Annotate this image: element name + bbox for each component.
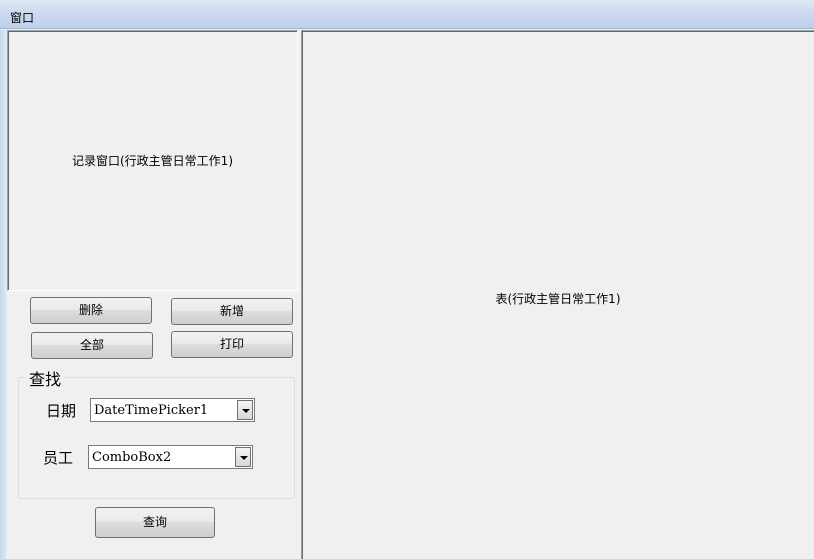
chevron-down-icon[interactable] (235, 447, 251, 467)
date-label: 日期 (46, 402, 77, 420)
table-panel-label: 表(行政主管日常工作1) (495, 292, 621, 306)
window-left-edge (0, 30, 7, 559)
chevron-down-icon[interactable] (237, 400, 253, 420)
title-bar: 窗口 (0, 0, 814, 29)
print-button[interactable]: 打印 (171, 331, 293, 358)
add-button[interactable]: 新增 (171, 298, 293, 325)
query-button[interactable]: 查询 (95, 507, 215, 538)
search-groupbox (18, 377, 295, 499)
search-group-title: 查找 (26, 366, 65, 390)
table-panel[interactable]: 表(行政主管日常工作1) (301, 30, 814, 559)
record-window-label: 记录窗口(行政主管日常工作1) (72, 154, 233, 168)
all-button[interactable]: 全部 (31, 332, 153, 359)
record-window-panel: 记录窗口(行政主管日常工作1) (7, 30, 298, 291)
date-picker[interactable]: DateTimePicker1 (90, 398, 255, 422)
date-picker-value: DateTimePicker1 (94, 403, 209, 418)
employee-combobox-value: ComboBox2 (92, 450, 172, 465)
employee-combobox[interactable]: ComboBox2 (88, 445, 253, 469)
delete-button[interactable]: 删除 (30, 297, 152, 324)
employee-label: 员工 (43, 449, 74, 467)
window-title: 窗口 (10, 11, 35, 25)
